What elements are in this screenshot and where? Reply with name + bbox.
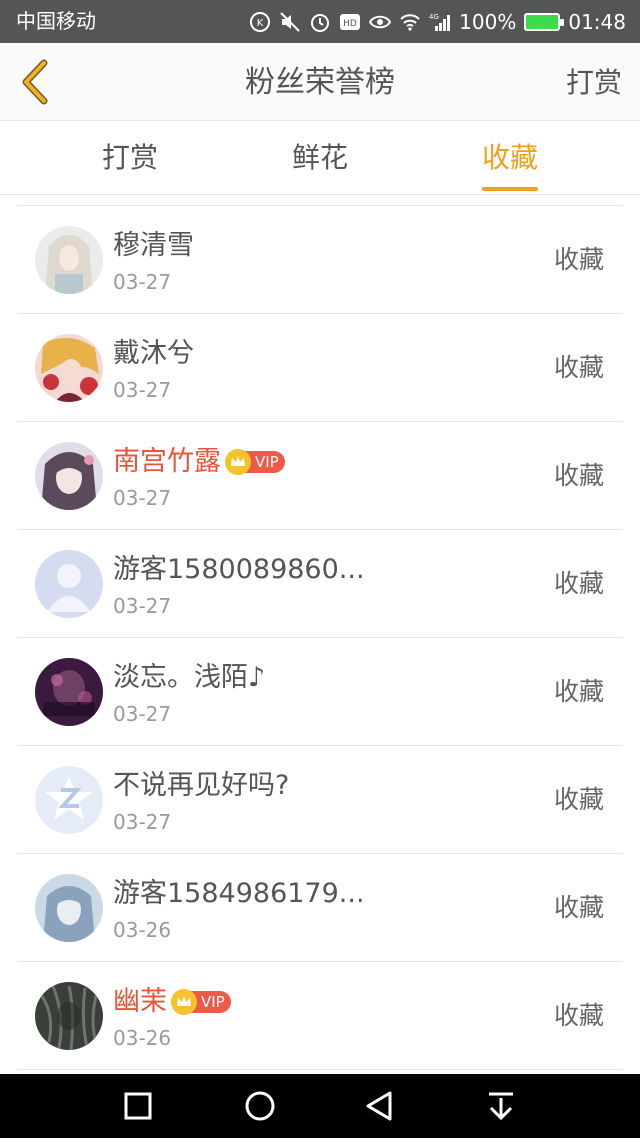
crown-icon xyxy=(171,989,197,1015)
wifi-icon xyxy=(399,11,421,33)
fan-action: 收藏 xyxy=(553,461,604,490)
avatar xyxy=(35,442,103,510)
svg-text:K: K xyxy=(257,18,264,29)
header: 粉丝荣誉榜 打赏 xyxy=(0,43,640,121)
fan-date: 03-27 xyxy=(113,594,172,618)
square-icon[interactable] xyxy=(118,1086,158,1126)
tab-favorites-label: 收藏 xyxy=(481,141,538,174)
list-item[interactable]: 不说再见好吗? 03-27 收藏 xyxy=(18,746,622,854)
fan-action: 收藏 xyxy=(553,893,604,922)
hd-icon: HD xyxy=(339,11,361,33)
fan-action: 收藏 xyxy=(553,1001,604,1030)
avatar xyxy=(35,874,103,942)
pull-down-icon[interactable] xyxy=(481,1086,521,1126)
fan-date: 03-26 xyxy=(113,1026,172,1050)
fan-date: 03-27 xyxy=(113,486,172,510)
battery-icon xyxy=(524,13,565,31)
avatar xyxy=(35,226,103,294)
fan-date: 03-27 xyxy=(113,810,172,834)
eye-icon xyxy=(369,11,392,33)
circle-home-icon[interactable] xyxy=(240,1086,280,1126)
list-item[interactable]: 幽茉 VIP 03-26 收藏 xyxy=(18,962,622,1070)
fan-name: 淡忘。浅陌♪ xyxy=(113,662,266,693)
fan-date: 03-27 xyxy=(113,702,172,726)
fan-name: 南宫竹露 xyxy=(113,446,221,477)
alarm-icon xyxy=(309,11,331,33)
carrier-label: 中国移动 xyxy=(16,9,96,33)
list-item[interactable]: 淡忘。浅陌♪ 03-27 收藏 xyxy=(18,638,622,746)
fan-name: 穆清雪 xyxy=(113,230,194,261)
list-item[interactable]: 游客1584986179... 03-26 收藏 xyxy=(18,854,622,962)
fan-action: 收藏 xyxy=(553,353,604,382)
list-item[interactable]: 游客1580089860... 03-27 收藏 xyxy=(18,530,622,638)
page-title: 粉丝荣誉榜 xyxy=(245,65,395,100)
fan-date: 03-27 xyxy=(113,378,172,402)
list-item[interactable]: 穆清雪 03-27 收藏 xyxy=(18,206,622,314)
active-tab-indicator xyxy=(482,187,538,191)
fan-date: 03-26 xyxy=(113,918,172,942)
signal-icon: 4G xyxy=(429,11,451,33)
vip-badge: VIP xyxy=(225,449,285,475)
navigation-bar xyxy=(0,1074,640,1138)
status-bar: 中国移动 K HD 4G 100% 01:48 xyxy=(0,0,640,43)
tab-favorites[interactable]: 收藏 xyxy=(450,121,570,195)
list-item[interactable]: 戴沐兮 03-27 收藏 xyxy=(18,314,622,422)
avatar xyxy=(35,766,103,834)
fan-action: 收藏 xyxy=(553,569,604,598)
triangle-back-icon[interactable] xyxy=(360,1086,400,1126)
fan-name: 幽茉 xyxy=(113,986,167,1017)
data-speed-icon: K xyxy=(249,11,271,33)
tab-flowers[interactable]: 鲜花 xyxy=(260,121,380,195)
fan-name: 不说再见好吗? xyxy=(113,770,290,801)
vip-badge: VIP xyxy=(171,989,231,1015)
crown-icon xyxy=(225,449,251,475)
network-label: 4G xyxy=(429,13,439,21)
fan-name: 游客1580089860... xyxy=(113,554,365,585)
svg-text:HD: HD xyxy=(343,19,357,29)
clock: 01:48 xyxy=(568,10,626,34)
fan-list: 穆清雪 03-27 收藏 戴沐兮 03-27 收藏 南宫竹露 VIP 03-27 xyxy=(18,205,622,1070)
status-icons: K HD 4G 100% 01:48 xyxy=(249,8,626,36)
avatar xyxy=(35,982,103,1050)
avatar xyxy=(35,334,103,402)
fan-action: 收藏 xyxy=(553,245,604,274)
fan-name: 戴沐兮 xyxy=(113,338,194,369)
avatar xyxy=(35,658,103,726)
fan-action: 收藏 xyxy=(553,677,604,706)
fan-name: 游客1584986179... xyxy=(113,878,365,909)
fan-date: 03-27 xyxy=(113,270,172,294)
battery-percent: 100% xyxy=(459,10,517,34)
mute-icon xyxy=(279,11,301,33)
avatar xyxy=(35,550,103,618)
fan-action: 收藏 xyxy=(553,785,604,814)
reward-button[interactable]: 打赏 xyxy=(566,65,622,101)
list-item[interactable]: 南宫竹露 VIP 03-27 收藏 xyxy=(18,422,622,530)
tab-reward[interactable]: 打赏 xyxy=(70,121,190,195)
tab-bar: 打赏 鲜花 收藏 xyxy=(0,121,640,195)
